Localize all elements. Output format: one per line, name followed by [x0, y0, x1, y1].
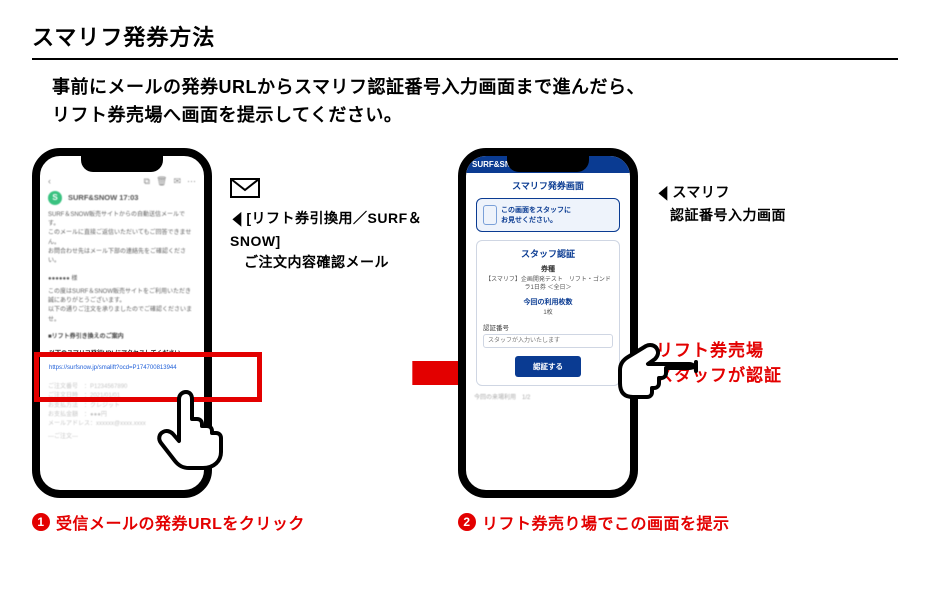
- show-to-staff-banner: この画面をスタッフに お見せください。: [476, 198, 620, 232]
- phone-outline-icon: [483, 205, 497, 225]
- email-section-heading: ■リフト券引き換えのご案内: [48, 333, 196, 342]
- step-number-1: 1: [32, 513, 50, 531]
- auth-code-input[interactable]: [483, 334, 613, 348]
- banner-line: お見せください。: [501, 217, 557, 224]
- tap-hand-icon: [156, 384, 230, 470]
- sender-name: SURF&SNOW 17:03: [68, 193, 138, 202]
- count-value: 1枚: [483, 307, 613, 316]
- trash-icon: 🗑: [156, 176, 167, 187]
- step-number-2: 2: [458, 513, 476, 531]
- avatar: S: [48, 191, 62, 205]
- staff-auth-card: スタッフ認証 券種 【スマリフ】企画開発テスト リフト・ゴンドラ1日券 ＜全日＞…: [476, 240, 620, 386]
- email-greeting: ●●●●●● 様: [48, 275, 196, 284]
- back-icon: ‹: [48, 176, 51, 186]
- email-line: お問合わせ先はメール下部の連絡先をご確認ください。: [48, 248, 196, 267]
- archive-icon: ⧉: [144, 176, 150, 187]
- card-title: スタッフ認証: [483, 247, 613, 260]
- email-line: この度はSURF＆SNOW販売サイトをご利用いただき誠にありがとうございます。: [48, 288, 196, 307]
- lead-paragraph: 事前にメールの発券URLからスマリフ認証番号入力画面まで進んだら、 リフト券売場…: [52, 74, 888, 130]
- annotation-email: ◀[リフト券引換用／SURF＆SNOW] ご注文内容確認メール: [230, 178, 440, 273]
- annotation-text: ご注文内容確認メール: [230, 252, 440, 273]
- step-2: SURF&SNOW スマリフ発券画面 この画面をスタッフに お見せください。 ス…: [458, 148, 898, 534]
- step-1: ‹ ⧉ 🗑 ✉ ⋯ S SURF&SNOW 17:03 SURF＆SNOW販売サ…: [32, 148, 452, 534]
- steps-row: ‹ ⧉ 🗑 ✉ ⋯ S SURF&SNOW 17:03 SURF＆SNOW販売サ…: [32, 148, 898, 534]
- usage-footer: 今回の来場利用 1/2: [474, 392, 622, 401]
- step-1-caption: 1 受信メールの発券URLをクリック: [32, 510, 452, 534]
- email-highlight-instruction: 以下のスマリフ発行URLにアクセスしてください。: [49, 350, 195, 359]
- input-label: 認証番号: [483, 322, 613, 332]
- page-title: スマリフ発券方法: [32, 20, 898, 60]
- email-highlight-block: 以下のスマリフ発行URLにアクセスしてください。 https://surfsno…: [45, 346, 199, 379]
- count-label: 今回の利用枚数: [483, 297, 613, 307]
- more-icon: ⋯: [187, 176, 196, 187]
- pointer-triangle-icon: ◀: [659, 179, 668, 206]
- authenticate-button[interactable]: 認証する: [515, 356, 581, 377]
- banner-line: この画面をスタッフに: [501, 207, 571, 214]
- annotation-text: [リフト券引換用／SURF＆SNOW]: [230, 210, 422, 249]
- phone-mockup-auth: SURF&SNOW スマリフ発券画面 この画面をスタッフに お見せください。 ス…: [458, 148, 638, 498]
- email-line: 以下の通りご注文を承りましたのでご確認くださいませ。: [48, 306, 196, 325]
- ticket-name: 【スマリフ】企画開発テスト リフト・ゴンドラ1日券 ＜全日＞: [483, 276, 613, 293]
- ticket-label: 券種: [483, 264, 613, 274]
- pointer-triangle-icon: ◀: [233, 205, 242, 232]
- annotation-text: 認証番号入力画面: [656, 205, 856, 226]
- point-hand-icon: [618, 342, 704, 408]
- email-line: SURF＆SNOW販売サイトからの自動送信メールです。: [48, 211, 196, 230]
- annotation-auth-screen: ◀スマリフ 認証番号入力画面: [656, 178, 856, 226]
- step-2-caption: 2 リフト券売り場でこの画面を提示: [458, 510, 898, 534]
- envelope-icon: [230, 178, 260, 198]
- email-line: このメールに直接ご返信いただいてもご回答できません。: [48, 229, 196, 248]
- step-1-caption-text: 受信メールの発券URLをクリック: [56, 510, 305, 534]
- auth-page-title: スマリフ発券画面: [474, 179, 622, 192]
- mail-icon: ✉: [173, 176, 181, 187]
- email-toolbar: ‹ ⧉ 🗑 ✉ ⋯: [48, 176, 196, 187]
- ticket-issue-url[interactable]: https://surfsnow.jp/smalift?ocd=P1747008…: [49, 365, 177, 371]
- step-2-caption-text: リフト券売り場でこの画面を提示: [482, 510, 730, 534]
- email-sender: S SURF&SNOW 17:03: [48, 191, 196, 205]
- annotation-text: スマリフ: [672, 184, 730, 200]
